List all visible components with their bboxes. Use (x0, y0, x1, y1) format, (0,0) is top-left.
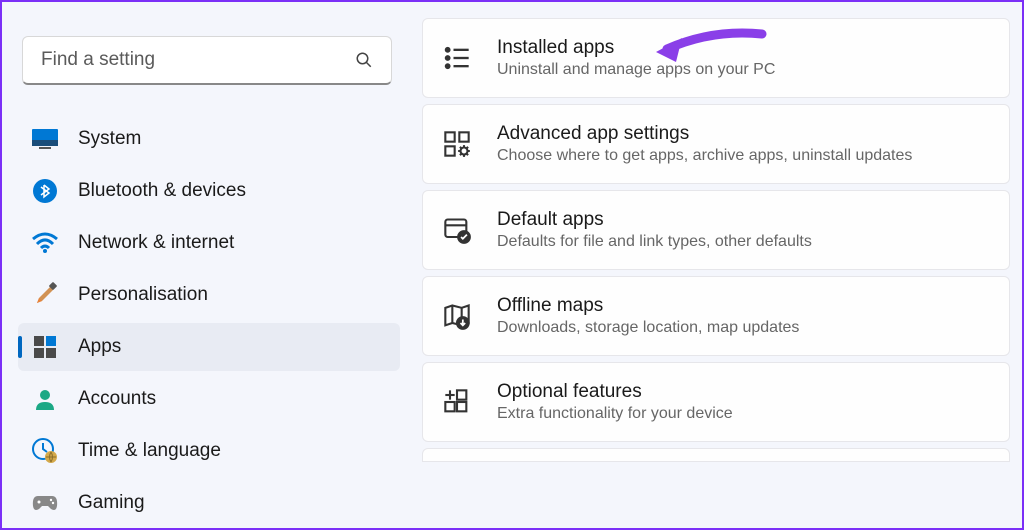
card-text: Optional features Extra functionality fo… (497, 381, 989, 423)
sidebar-item-label: Personalisation (78, 284, 208, 306)
clock-globe-icon (32, 438, 58, 464)
bluetooth-icon (32, 178, 58, 204)
card-title: Installed apps (497, 37, 989, 59)
sidebar-item-label: Bluetooth & devices (78, 180, 246, 202)
sidebar-item-label: System (78, 128, 141, 150)
card-title: Optional features (497, 381, 989, 403)
sidebar-item-label: Network & internet (78, 232, 234, 254)
sidebar-item-label: Accounts (78, 388, 156, 410)
system-icon (32, 126, 58, 152)
apps-icon (32, 334, 58, 360)
card-subtitle: Downloads, storage location, map updates (497, 319, 989, 337)
wifi-icon (32, 230, 58, 256)
sidebar-item-label: Time & language (78, 440, 221, 462)
card-subtitle: Choose where to get apps, archive apps, … (497, 147, 989, 165)
card-title: Default apps (497, 209, 989, 231)
main-content: Installed apps Uninstall and manage apps… (412, 2, 1022, 528)
sidebar-item-apps[interactable]: Apps (18, 323, 400, 371)
card-partial (422, 448, 1010, 462)
sidebar: System Bluetooth & devices Network & int… (2, 2, 412, 528)
map-download-icon (443, 302, 471, 330)
nav-list: System Bluetooth & devices Network & int… (14, 115, 400, 527)
card-text: Installed apps Uninstall and manage apps… (497, 37, 989, 79)
card-optional-features[interactable]: Optional features Extra functionality fo… (422, 362, 1010, 442)
search-box[interactable] (22, 36, 392, 85)
card-default-apps[interactable]: Default apps Defaults for file and link … (422, 190, 1010, 270)
grid-gear-icon (443, 130, 471, 158)
sidebar-item-time-language[interactable]: Time & language (18, 427, 400, 475)
search-icon (355, 51, 373, 69)
list-icon (443, 44, 471, 72)
sidebar-item-label: Apps (78, 336, 121, 358)
sidebar-item-network[interactable]: Network & internet (18, 219, 400, 267)
sidebar-item-personalisation[interactable]: Personalisation (18, 271, 400, 319)
window-check-icon (443, 216, 471, 244)
sidebar-item-bluetooth[interactable]: Bluetooth & devices (18, 167, 400, 215)
accounts-icon (32, 386, 58, 412)
card-subtitle: Uninstall and manage apps on your PC (497, 61, 989, 79)
sidebar-item-label: Gaming (78, 492, 145, 514)
card-text: Default apps Defaults for file and link … (497, 209, 989, 251)
gaming-icon (32, 490, 58, 516)
sidebar-item-system[interactable]: System (18, 115, 400, 163)
grid-plus-icon (443, 388, 471, 416)
card-subtitle: Defaults for file and link types, other … (497, 233, 989, 251)
card-subtitle: Extra functionality for your device (497, 405, 989, 423)
card-title: Offline maps (497, 295, 989, 317)
card-text: Offline maps Downloads, storage location… (497, 295, 989, 337)
search-input[interactable] (41, 49, 355, 71)
card-title: Advanced app settings (497, 123, 989, 145)
paintbrush-icon (32, 282, 58, 308)
card-advanced-app-settings[interactable]: Advanced app settings Choose where to ge… (422, 104, 1010, 184)
card-text: Advanced app settings Choose where to ge… (497, 123, 989, 165)
card-offline-maps[interactable]: Offline maps Downloads, storage location… (422, 276, 1010, 356)
sidebar-item-accounts[interactable]: Accounts (18, 375, 400, 423)
card-installed-apps[interactable]: Installed apps Uninstall and manage apps… (422, 18, 1010, 98)
sidebar-item-gaming[interactable]: Gaming (18, 479, 400, 527)
